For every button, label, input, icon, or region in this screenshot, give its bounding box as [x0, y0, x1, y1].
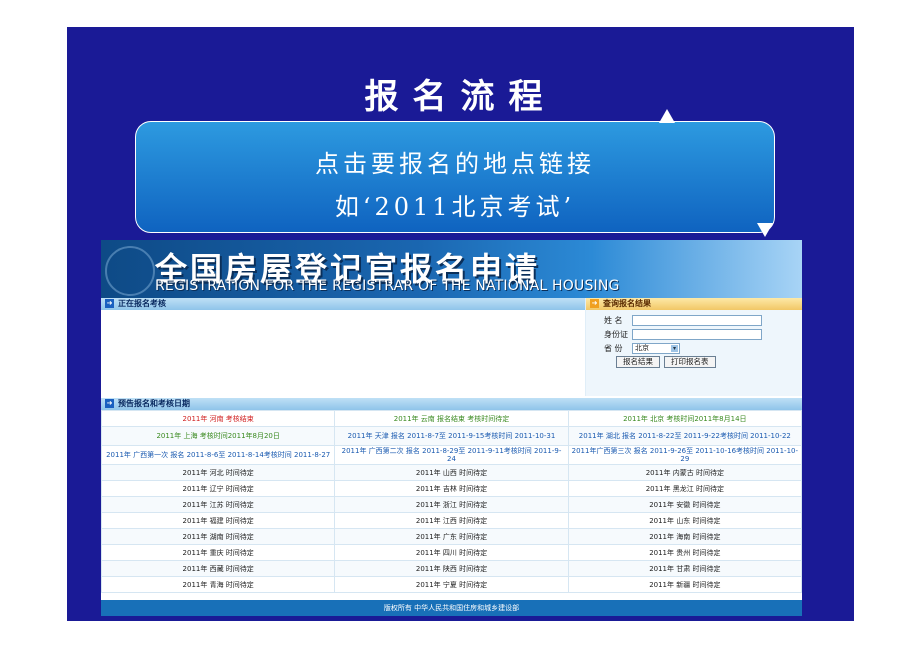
current-exams-header: ➜ 正在报名考核: [101, 298, 585, 310]
exam-link[interactable]: 2011年 宁夏 时间待定: [334, 576, 569, 593]
schedule-heading: 预告报名和考核日期: [118, 399, 190, 408]
exam-link[interactable]: 2011年 安徽 时间待定: [567, 496, 803, 513]
callout-line-2: 如‘2011北京考试’: [334, 193, 576, 221]
callout-tail-bottom: [757, 223, 773, 237]
exam-link[interactable]: 2011年 甘肃 时间待定: [567, 560, 803, 577]
exam-link[interactable]: 2011年 浙江 时间待定: [334, 496, 569, 513]
province-select[interactable]: 北京 ▾: [632, 342, 680, 354]
top-section: ➜ 正在报名考核 ➜ 查询报名结果 姓 名 身份证 省 份 北京 ▾ 报名结果 …: [101, 298, 802, 396]
arrow-right-icon: ➜: [590, 299, 599, 308]
exam-link[interactable]: 2011年 广西第二次 报名 2011-8-29至 2011-9-11考核时间 …: [334, 445, 569, 465]
exam-link[interactable]: 2011年 西藏 时间待定: [100, 560, 336, 577]
schedule-row: 2011年 重庆 时间待定 2011年 四川 时间待定 2011年 贵州 时间待定: [100, 544, 803, 561]
exam-link[interactable]: 2011年 内蒙古 时间待定: [567, 464, 803, 481]
exam-link[interactable]: 2011年 吉林 时间待定: [334, 480, 569, 497]
exam-link[interactable]: 2011年 天津 报名 2011-8-7至 2011-9-15考核时间 2011…: [334, 426, 569, 446]
name-input[interactable]: [632, 314, 762, 326]
query-heading: 查询报名结果: [603, 299, 651, 308]
slide: 报名流程 点击要报名的地点链接 如‘2011北京考试’ 全国房屋登记官报名申请 …: [67, 27, 854, 621]
slide-title: 报名流程: [364, 77, 557, 117]
current-exams-panel: ➜ 正在报名考核: [101, 298, 586, 396]
exam-link[interactable]: 2011年 河北 时间待定: [100, 464, 336, 481]
print-form-button[interactable]: 打印报名表: [664, 356, 716, 368]
exam-link[interactable]: 2011年 陕西 时间待定: [334, 560, 569, 577]
schedule-row: 2011年 湖南 时间待定 2011年 广东 时间待定 2011年 海南 时间待定: [100, 528, 803, 545]
exam-link[interactable]: 2011年 四川 时间待定: [334, 544, 569, 561]
site-footer: 版权所有 中华人民共和国住房和城乡建设部: [101, 600, 802, 616]
id-row: 身份证: [604, 328, 762, 340]
exam-link[interactable]: 2011年 上海 考核时间2011年8月20日: [100, 426, 336, 446]
exam-link[interactable]: 2011年广西第三次 报名 2011-9-26至 2011-10-16考核时间 …: [567, 445, 803, 465]
schedule-row: 2011年 上海 考核时间2011年8月20日 2011年 天津 报名 2011-…: [100, 426, 803, 446]
exam-link[interactable]: 2011年 贵州 时间待定: [567, 544, 803, 561]
schedule-row: 2011年 江苏 时间待定 2011年 浙江 时间待定 2011年 安徽 时间待定: [100, 496, 803, 513]
exam-link[interactable]: 2011年 山东 时间待定: [567, 512, 803, 529]
id-number-input[interactable]: [632, 328, 762, 340]
schedule-row: 2011年 广西第一次 报名 2011-8-6至 2011-8-14考核时间 2…: [100, 445, 803, 465]
callout-tail-top: [659, 109, 675, 123]
exam-link[interactable]: 2011年 山西 时间待定: [334, 464, 569, 481]
arrow-right-icon: ➜: [105, 399, 114, 408]
exam-link[interactable]: 2011年 江苏 时间待定: [100, 496, 336, 513]
exam-link[interactable]: 2011年 青海 时间待定: [100, 576, 336, 593]
name-label: 姓 名: [604, 315, 623, 325]
schedule-row: 2011年 福建 时间待定 2011年 江西 时间待定 2011年 山东 时间待定: [100, 512, 803, 529]
query-form: 姓 名 身份证 省 份 北京 ▾ 报名结果 打印报名表: [604, 314, 762, 370]
website-screenshot: 全国房屋登记官报名申请 REGISTRATION FOR THE REGISTR…: [100, 240, 803, 616]
exam-link[interactable]: 2011年 广西第一次 报名 2011-8-6至 2011-8-14考核时间 2…: [100, 445, 336, 465]
callout-bubble: 点击要报名的地点链接 如‘2011北京考试’: [135, 121, 775, 233]
banner-subtitle: REGISTRATION FOR THE REGISTRAR OF THE NA…: [155, 278, 620, 294]
exam-link[interactable]: 2011年 海南 时间待定: [567, 528, 803, 545]
query-header: ➜ 查询报名结果: [586, 298, 802, 310]
exam-link[interactable]: 2011年 江西 时间待定: [334, 512, 569, 529]
exam-link[interactable]: 2011年 福建 时间待定: [100, 512, 336, 529]
result-button[interactable]: 报名结果: [616, 356, 660, 368]
exam-link[interactable]: 2011年 重庆 时间待定: [100, 544, 336, 561]
name-row: 姓 名: [604, 314, 762, 326]
site-banner: 全国房屋登记官报名申请 REGISTRATION FOR THE REGISTR…: [101, 240, 802, 298]
province-label: 省 份: [604, 343, 623, 353]
province-row: 省 份 北京 ▾: [604, 342, 762, 354]
schedule-row: 2011年 河南 考核结束 2011年 云南 报名结束 考核时间待定 2011年 北…: [100, 410, 803, 427]
schedule-table: 2011年 河南 考核结束 2011年 云南 报名结束 考核时间待定 2011年 北…: [100, 410, 803, 593]
schedule-row: 2011年 辽宁 时间待定 2011年 吉林 时间待定 2011年 黑龙江 时间待定: [100, 480, 803, 497]
chevron-down-icon: ▾: [671, 344, 678, 352]
arrow-right-icon: ➜: [105, 299, 114, 308]
exam-link[interactable]: 2011年 云南 报名结束 考核时间待定: [334, 410, 569, 427]
exam-link[interactable]: 2011年 新疆 时间待定: [567, 576, 803, 593]
exam-link[interactable]: 2011年 北京 考核时间2011年8月14日: [567, 410, 803, 427]
button-row: 报名结果 打印报名表: [604, 356, 762, 368]
schedule-row: 2011年 西藏 时间待定 2011年 陕西 时间待定 2011年 甘肃 时间待定: [100, 560, 803, 577]
exam-link[interactable]: 2011年 河南 考核结束: [100, 410, 336, 427]
exam-link[interactable]: 2011年 黑龙江 时间待定: [567, 480, 803, 497]
id-label: 身份证: [604, 329, 628, 339]
province-value: 北京: [635, 343, 649, 352]
query-panel: ➜ 查询报名结果 姓 名 身份证 省 份 北京 ▾ 报名结果 打印报名表: [586, 298, 802, 396]
current-exams-heading: 正在报名考核: [118, 299, 166, 308]
exam-link[interactable]: 2011年 湖北 报名 2011-8-22至 2011-9-22考核时间 201…: [567, 426, 803, 446]
schedule-row: 2011年 青海 时间待定 2011年 宁夏 时间待定 2011年 新疆 时间待定: [100, 576, 803, 593]
exam-link[interactable]: 2011年 湖南 时间待定: [100, 528, 336, 545]
swirl-decoration-icon: [105, 246, 155, 296]
exam-link[interactable]: 2011年 广东 时间待定: [334, 528, 569, 545]
schedule-row: 2011年 河北 时间待定 2011年 山西 时间待定 2011年 内蒙古 时间待定: [100, 464, 803, 481]
schedule-header: ➜ 预告报名和考核日期: [101, 398, 802, 410]
exam-link[interactable]: 2011年 辽宁 时间待定: [100, 480, 336, 497]
callout-line-1: 点击要报名的地点链接: [315, 150, 595, 178]
